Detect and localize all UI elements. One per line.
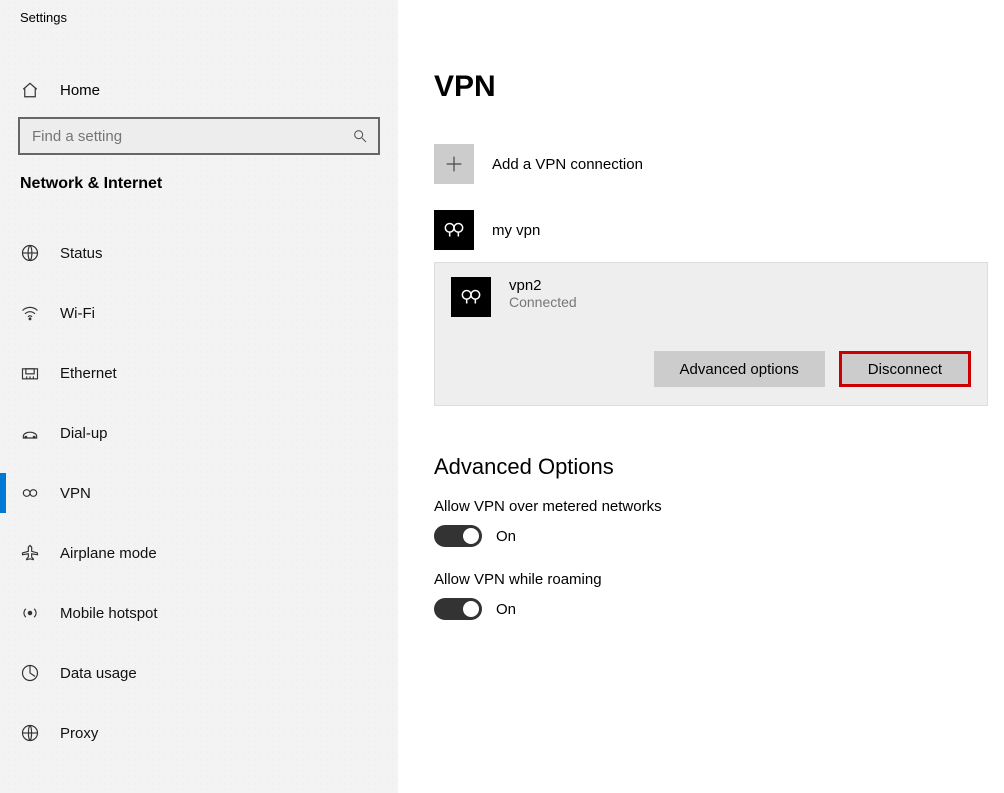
sidebar-item-status[interactable]: Status — [0, 223, 398, 283]
sidebar-item-label: Ethernet — [60, 365, 117, 382]
home-icon — [20, 81, 40, 99]
vpn-icon — [20, 483, 40, 503]
page-title: VPN — [434, 70, 1004, 104]
advanced-options-button[interactable]: Advanced options — [654, 351, 825, 387]
airplane-icon — [20, 543, 40, 563]
ethernet-icon — [20, 363, 40, 383]
wifi-icon — [20, 303, 40, 323]
vpn-connection-selected[interactable]: vpn2 Connected Advanced options Disconne… — [434, 262, 988, 406]
globe-icon — [20, 243, 40, 263]
sidebar-item-vpn[interactable]: VPN — [0, 463, 398, 523]
vpn-connection-icon — [434, 210, 474, 250]
plus-icon — [434, 144, 474, 184]
add-vpn-label: Add a VPN connection — [492, 156, 643, 173]
hotspot-icon — [20, 603, 40, 623]
sidebar-item-proxy[interactable]: Proxy — [0, 703, 398, 763]
option-vpn-metered: Allow VPN over metered networks On — [434, 498, 1004, 547]
sidebar-item-label: Data usage — [60, 665, 137, 682]
sidebar: Settings Home Network & Internet — [0, 0, 398, 793]
toggle-state: On — [496, 601, 516, 618]
home-nav[interactable]: Home — [0, 67, 398, 113]
vpn-connection-icon — [451, 277, 491, 317]
sidebar-item-airplane[interactable]: Airplane mode — [0, 523, 398, 583]
disconnect-button[interactable]: Disconnect — [839, 351, 971, 387]
vpn-connection-item[interactable]: my vpn — [434, 210, 1004, 250]
search-icon — [352, 128, 368, 144]
advanced-options-heading: Advanced Options — [434, 454, 1004, 480]
vpn-connection-name: my vpn — [492, 222, 540, 239]
proxy-icon — [20, 723, 40, 743]
home-label: Home — [60, 82, 100, 99]
sidebar-item-label: Dial-up — [60, 425, 108, 442]
vpn-connection-status: Connected — [509, 294, 577, 310]
search-field[interactable] — [30, 127, 352, 146]
sidebar-item-label: VPN — [60, 485, 91, 502]
sidebar-item-ethernet[interactable]: Ethernet — [0, 343, 398, 403]
option-label: Allow VPN over metered networks — [434, 498, 1004, 515]
window-title: Settings — [0, 0, 398, 25]
option-label: Allow VPN while roaming — [434, 571, 1004, 588]
sidebar-item-label: Airplane mode — [60, 545, 157, 562]
add-vpn-connection[interactable]: Add a VPN connection — [434, 144, 1004, 184]
data-usage-icon — [20, 663, 40, 683]
sidebar-item-hotspot[interactable]: Mobile hotspot — [0, 583, 398, 643]
dialup-icon — [20, 423, 40, 443]
search-input[interactable] — [18, 117, 380, 155]
sidebar-item-label: Status — [60, 245, 103, 262]
sidebar-item-datausage[interactable]: Data usage — [0, 643, 398, 703]
sidebar-item-wifi[interactable]: Wi-Fi — [0, 283, 398, 343]
toggle-state: On — [496, 528, 516, 545]
sidebar-item-dialup[interactable]: Dial-up — [0, 403, 398, 463]
toggle-vpn-roaming[interactable] — [434, 598, 482, 620]
main-content: VPN Add a VPN connection my vpn — [398, 0, 1004, 793]
vpn-connection-name: vpn2 — [509, 277, 577, 294]
category-heading: Network & Internet — [0, 155, 398, 203]
option-vpn-roaming: Allow VPN while roaming On — [434, 571, 1004, 620]
sidebar-item-label: Proxy — [60, 725, 98, 742]
sidebar-nav: Status Wi-Fi Ethernet — [0, 223, 398, 763]
sidebar-item-label: Mobile hotspot — [60, 605, 158, 622]
sidebar-item-label: Wi-Fi — [60, 305, 95, 322]
toggle-vpn-metered[interactable] — [434, 525, 482, 547]
